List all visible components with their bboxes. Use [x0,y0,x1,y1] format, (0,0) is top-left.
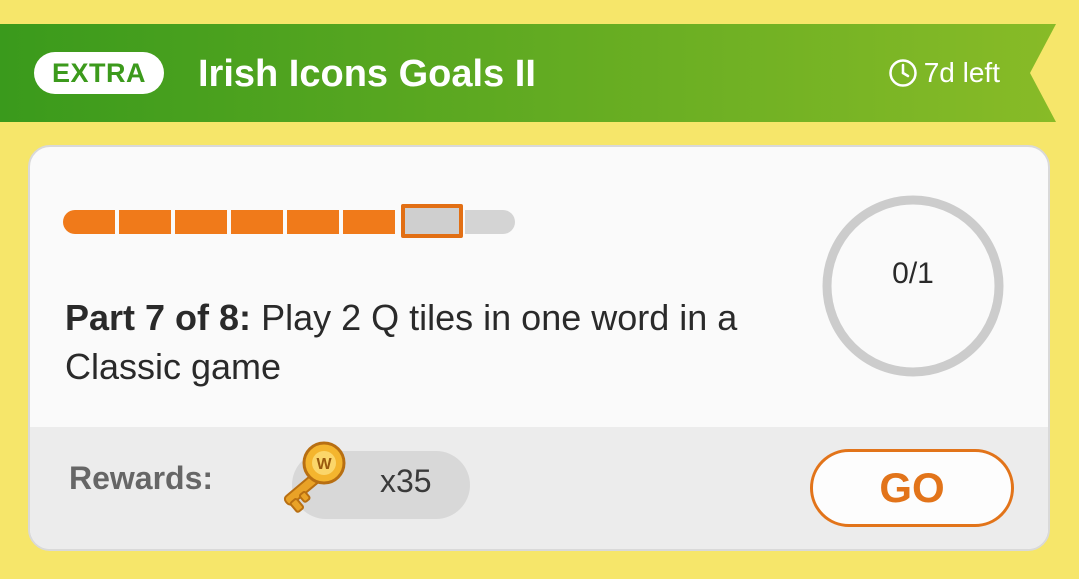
task-description: Part 7 of 8: Play 2 Q tiles in one word … [65,293,785,391]
key-icon: W [274,439,354,521]
progress-segment-complete [63,210,115,234]
goal-title: Irish Icons Goals II [198,53,536,95]
progress-segment-current [401,204,463,238]
goal-card: Part 7 of 8: Play 2 Q tiles in one word … [28,145,1050,551]
progress-segment-complete [231,210,283,234]
rewards-footer: Rewards: W x35 GO [30,427,1048,549]
time-remaining: 7d left [888,55,1000,91]
progress-segment-complete [343,210,395,234]
reward-count: x35 [380,463,432,499]
key-letter: W [316,456,332,473]
goal-count: 0/1 [892,257,934,290]
progress-segment-complete [119,210,171,234]
rewards-label: Rewards: [69,460,214,496]
progress-segment-complete [287,210,339,234]
part-progress-bar [63,204,519,238]
clock-icon [888,58,918,88]
goal-banner: EXTRA Irish Icons Goals II 7d left [0,24,1079,122]
progress-segment-complete [175,210,227,234]
progress-segment-pending [465,210,515,234]
go-button[interactable]: GO [810,449,1014,527]
extra-badge: EXTRA [34,52,165,94]
time-left-label: 7d left [923,57,1000,88]
part-label: Part 7 of 8: [65,297,252,338]
